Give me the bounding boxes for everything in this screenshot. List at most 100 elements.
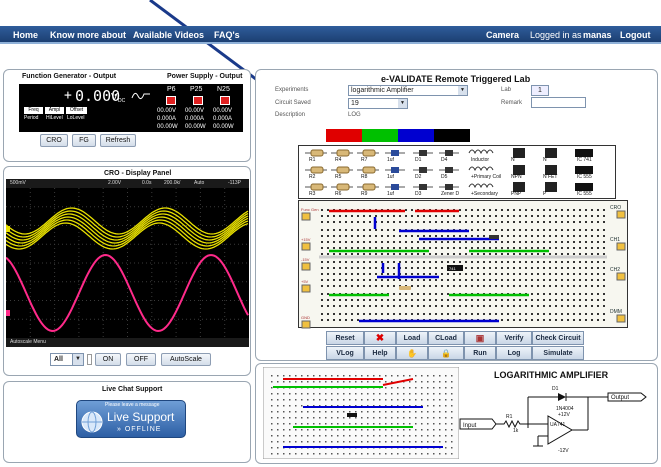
log-button[interactable]: Log — [496, 346, 532, 360]
cro-bottom-bar: Autoscale Menu — [6, 338, 249, 347]
ps-n25-knob[interactable] — [220, 96, 230, 105]
mini-hole — [307, 411, 309, 413]
ps-p25-knob[interactable] — [193, 96, 203, 105]
breadboard-hole — [447, 273, 449, 275]
autoscale-button[interactable]: AutoScale — [161, 353, 211, 366]
wire-color-red[interactable] — [326, 129, 362, 142]
verify-button[interactable]: Verify — [496, 331, 532, 345]
component-label: IC 555 — [577, 174, 592, 180]
breadboard-hole — [321, 319, 323, 321]
mini-hole — [325, 441, 327, 443]
refresh-button[interactable]: Refresh — [100, 134, 136, 147]
remark-input[interactable] — [531, 97, 586, 108]
breadboard-hole — [549, 267, 551, 269]
mini-hole — [397, 429, 399, 431]
mini-hole — [409, 387, 411, 389]
wire-color-green[interactable] — [362, 129, 398, 142]
breadboard-hole — [531, 209, 533, 211]
breadboard-hole — [465, 241, 467, 243]
reset-button[interactable]: Reset — [326, 331, 364, 345]
fg-mode-ampl[interactable]: Ampl — [45, 107, 64, 114]
mini-hole — [397, 423, 399, 425]
wire-color-blue[interactable] — [398, 129, 434, 142]
breadboard-hole — [585, 235, 587, 237]
breadboard-hole — [537, 221, 539, 223]
hand-button[interactable]: ✋ — [396, 346, 428, 360]
chevron-down-icon[interactable]: ▼ — [72, 354, 83, 365]
nav-know-more[interactable]: Know more about — [50, 30, 126, 40]
experiment-select[interactable]: logarithmic Amplifier ▼ — [348, 85, 468, 96]
mini-hole — [277, 453, 279, 455]
breadboard-hole — [495, 209, 497, 211]
breadboard-hole — [471, 229, 473, 231]
save-button[interactable]: ▣ — [464, 331, 496, 345]
fg-button[interactable]: FG — [72, 134, 96, 147]
chevron-down-icon[interactable]: ▼ — [398, 99, 407, 108]
mini-hole — [415, 375, 417, 377]
cro-off-button[interactable]: OFF — [126, 353, 156, 366]
fg-mode-freq[interactable]: Freq — [24, 107, 43, 114]
breadboard-hole — [483, 285, 485, 287]
nav-videos[interactable]: Available Videos — [133, 30, 204, 40]
breadboard-hole — [585, 293, 587, 295]
breadboard-resistor — [399, 286, 411, 290]
breadboard-hole — [477, 253, 479, 255]
nav-camera[interactable]: Camera — [486, 30, 519, 40]
breadboard-hole — [585, 299, 587, 301]
breadboard-hole — [465, 209, 467, 211]
channel-select[interactable]: All ▼ — [50, 353, 84, 366]
mini-hole — [319, 399, 321, 401]
vlog-button[interactable]: VLog — [326, 346, 364, 360]
breadboard-hole — [459, 305, 461, 307]
mini-hole — [355, 375, 357, 377]
load-button[interactable]: Load — [396, 331, 428, 345]
cro-status-rate: 200.0k/ — [164, 180, 181, 186]
mini-hole — [433, 441, 435, 443]
nav-faq[interactable]: FAQ's — [214, 30, 240, 40]
mini-hole — [277, 435, 279, 437]
check-circuit-button[interactable]: Check Circuit — [532, 331, 584, 345]
channel-select-value: All — [54, 356, 63, 363]
lab-input[interactable]: 1 — [531, 85, 549, 96]
breadboard-hole — [393, 267, 395, 269]
leave-message-label: Please leave a message — [105, 402, 160, 408]
fg-mode-offset[interactable]: Offset — [66, 107, 87, 114]
ps-p6-knob[interactable] — [166, 96, 176, 105]
delete-button[interactable]: ✖ — [364, 331, 396, 345]
mini-hole — [373, 417, 375, 419]
lock-button[interactable]: 🔒 — [428, 346, 464, 360]
cro-on-button[interactable]: ON — [95, 353, 121, 366]
simulate-button[interactable]: Simulate — [532, 346, 584, 360]
breadboard-hole — [387, 215, 389, 217]
mini-hole — [271, 381, 273, 383]
breadboard-hole — [375, 267, 377, 269]
breadboard-hole — [549, 285, 551, 287]
rail-label-left: +5V — [301, 279, 309, 284]
breadboard-hole — [477, 279, 479, 281]
nav-logout[interactable]: Logout — [620, 30, 651, 40]
nav-home[interactable]: Home — [13, 30, 38, 40]
breadboard-hole — [495, 279, 497, 281]
run-button[interactable]: Run — [464, 346, 496, 360]
cload-button[interactable]: CLoad — [428, 331, 464, 345]
mini-hole — [397, 435, 399, 437]
breadboard-hole — [531, 247, 533, 249]
resistor-icon — [362, 183, 376, 191]
circuit-saved-select[interactable]: 19 ▼ — [348, 98, 408, 109]
breadboard-hole — [555, 285, 557, 287]
breadboard-hole — [321, 313, 323, 315]
wire-color-black[interactable] — [434, 129, 470, 142]
breadboard-hole — [429, 261, 431, 263]
breadboard-hole — [375, 299, 377, 301]
diode-icon — [445, 150, 453, 156]
component-label: R8 — [361, 174, 368, 180]
cro-button[interactable]: CRO — [40, 134, 68, 147]
live-support-badge[interactable]: Please leave a message Live Support » OF… — [76, 400, 186, 438]
component-label: N — [543, 157, 547, 163]
breadboard-hole — [321, 285, 323, 287]
breadboard-hole — [543, 247, 545, 249]
chevron-down-icon[interactable]: ▼ — [458, 86, 467, 95]
help-button[interactable]: Help — [364, 346, 396, 360]
breadboard-hole — [351, 313, 353, 315]
mini-hole — [433, 381, 435, 383]
